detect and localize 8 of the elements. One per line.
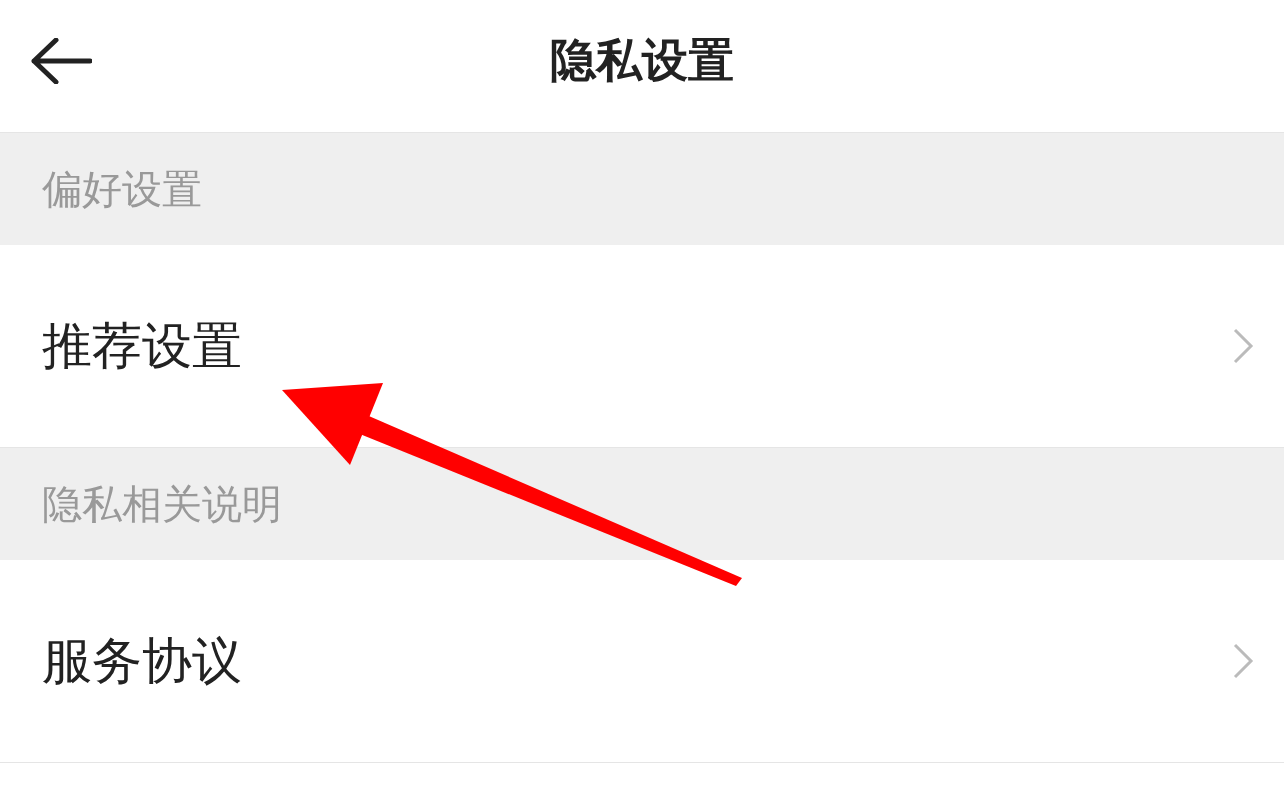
page-title: 隐私设置 [550,31,734,89]
row-label: 推荐设置 [42,315,242,377]
back-icon[interactable] [30,38,92,84]
row-label: 服务协议 [42,630,242,692]
section-title: 偏好设置 [42,165,202,214]
chevron-icon [1232,327,1254,365]
section-title: 隐私相关说明 [42,480,282,529]
chevron-icon [1232,642,1254,680]
